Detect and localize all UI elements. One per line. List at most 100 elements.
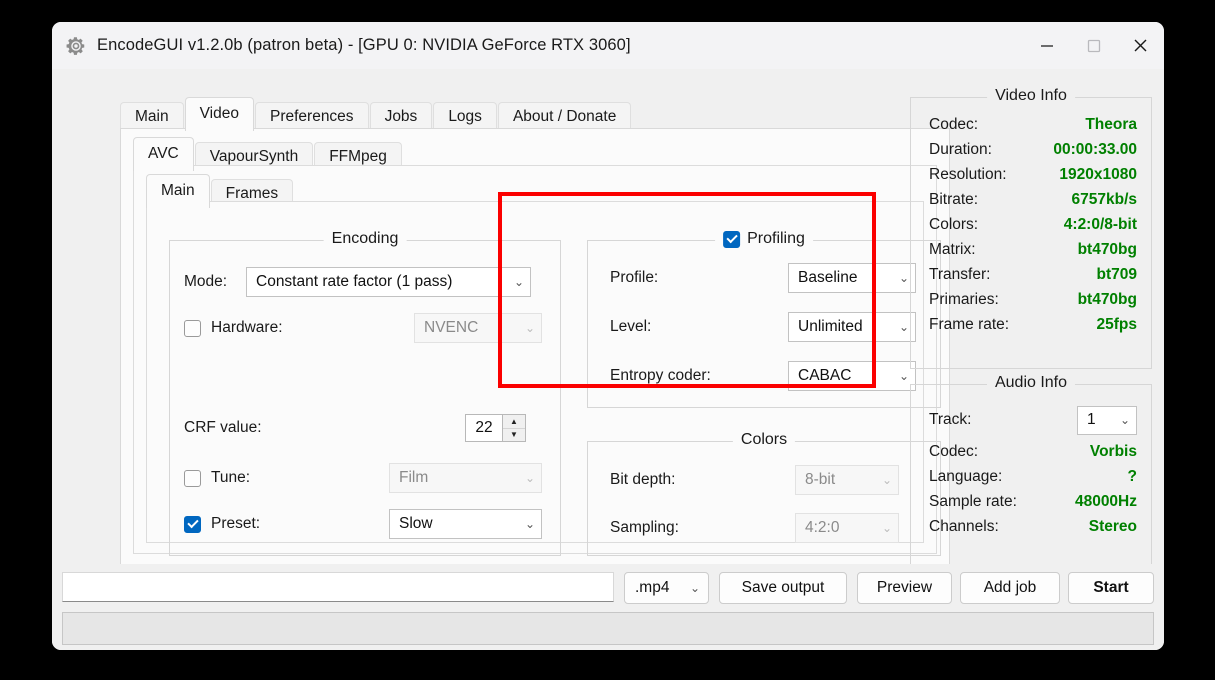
profile-select[interactable]: Baseline ⌄ — [788, 263, 916, 293]
hardware-select[interactable]: NVENC ⌄ — [414, 313, 542, 343]
video-info-panel: Video Info Codec: Theora Duration: 00:00… — [910, 87, 1152, 369]
hardware-select-value: NVENC — [424, 319, 479, 336]
audio-info-value: ? — [1127, 467, 1137, 485]
tune-select[interactable]: Film ⌄ — [389, 463, 542, 493]
bit-depth-row: Bit depth: 8-bit ⌄ — [610, 465, 922, 495]
audio-track-select[interactable]: 1 ⌄ — [1077, 405, 1137, 435]
video-info-key: Bitrate: — [929, 190, 979, 208]
encoding-group: Encoding Mode: Constant rate factor (1 p… — [169, 230, 561, 556]
chevron-down-icon: ⌄ — [881, 521, 892, 535]
audio-info-key: Codec: — [929, 442, 979, 460]
video-info-key: Colors: — [929, 215, 979, 233]
video-info-value: 1920x1080 — [1059, 165, 1137, 183]
video-info-key: Codec: — [929, 115, 979, 133]
tab-main[interactable]: Main — [120, 102, 184, 131]
preset-row: Preset: Slow ⌄ — [184, 509, 548, 539]
chevron-down-icon: ⌄ — [524, 321, 535, 335]
status-bar — [62, 612, 1154, 645]
colors-group: Colors Bit depth: 8-bit ⌄ Sampling: 4:2:… — [587, 431, 941, 556]
audio-track-row: Track: 1 ⌄ — [911, 401, 1151, 439]
chevron-down-icon: ⌄ — [898, 320, 909, 334]
add-job-button[interactable]: Add job — [960, 572, 1060, 604]
profile-select-value: Baseline — [798, 269, 858, 286]
hardware-label: Hardware: — [211, 319, 283, 336]
sampling-select-value: 4:2:0 — [805, 519, 840, 536]
output-path-input[interactable] — [62, 572, 614, 602]
encoding-group-legend: Encoding — [323, 230, 407, 248]
window-title: EncodeGUI v1.2.0b (patron beta) - [GPU 0… — [97, 36, 631, 54]
video-info-value: 4:2:0/8-bit — [1063, 215, 1137, 233]
tune-row: Tune: Film ⌄ — [184, 463, 548, 493]
container-format-select[interactable]: .mp4 ⌄ — [624, 572, 709, 604]
tab-avc[interactable]: AVC — [133, 137, 194, 171]
video-info-key: Resolution: — [929, 165, 1007, 183]
mode-select[interactable]: Constant rate factor (1 pass) ⌄ — [246, 267, 531, 297]
video-info-row: Matrix: bt470bg — [911, 237, 1151, 262]
chevron-down-icon: ⌄ — [689, 581, 700, 595]
audio-info-value: 48000Hz — [1074, 492, 1137, 510]
container-format-value: .mp4 — [635, 579, 670, 596]
video-info-value: bt470bg — [1077, 290, 1137, 308]
close-button[interactable] — [1117, 22, 1164, 69]
video-info-value: 25fps — [1096, 315, 1138, 333]
tab-avc-main[interactable]: Main — [146, 174, 210, 208]
start-button[interactable]: Start — [1068, 572, 1154, 604]
sampling-select[interactable]: 4:2:0 ⌄ — [795, 513, 899, 543]
video-info-key: Duration: — [929, 140, 992, 158]
video-info-value: bt470bg — [1077, 240, 1137, 258]
minimize-icon — [1040, 44, 1053, 47]
tab-preferences[interactable]: Preferences — [254, 102, 369, 131]
crf-stepper-arrows[interactable]: ▲ ▼ — [502, 415, 525, 441]
tab-about-donate[interactable]: About / Donate — [497, 102, 632, 131]
video-info-row: Resolution: 1920x1080 — [911, 162, 1151, 187]
entropy-coder-select-value: CABAC — [798, 367, 852, 384]
video-info-key: Primaries: — [929, 290, 999, 308]
tab-jobs[interactable]: Jobs — [369, 102, 433, 131]
tab-logs[interactable]: Logs — [433, 102, 497, 131]
crf-label: CRF value: — [184, 419, 262, 436]
crf-row: CRF value: 22 ▲ ▼ — [184, 414, 548, 442]
audio-info-row: Sample rate: 48000Hz — [911, 489, 1151, 514]
tune-label: Tune: — [211, 469, 251, 486]
video-info-row: Bitrate: 6757kb/s — [911, 187, 1151, 212]
bottom-toolbar: .mp4 ⌄ Save output Preview Add job Start — [52, 564, 1164, 650]
entropy-coder-select[interactable]: CABAC ⌄ — [788, 361, 916, 391]
bit-depth-label: Bit depth: — [610, 471, 676, 488]
level-row: Level: Unlimited ⌄ — [610, 312, 922, 342]
preset-select[interactable]: Slow ⌄ — [389, 509, 542, 539]
crf-value: 22 — [475, 419, 493, 436]
profiling-group: Profiling Profile: Baseline ⌄ Level: Unl… — [587, 230, 941, 408]
crf-stepper[interactable]: 22 ▲ ▼ — [465, 414, 526, 442]
preset-checkbox[interactable] — [184, 515, 201, 533]
profiling-checkbox[interactable] — [723, 230, 741, 248]
video-info-row: Codec: Theora — [911, 112, 1151, 137]
save-output-button[interactable]: Save output — [719, 572, 847, 604]
video-info-key: Transfer: — [929, 265, 991, 283]
audio-info-key: Channels: — [929, 517, 999, 535]
video-tab-panel: AVC VapourSynth FFMpeg Main Frames Encod… — [120, 128, 950, 565]
video-info-value: 00:00:33.00 — [1053, 140, 1137, 158]
maximize-button[interactable] — [1070, 22, 1117, 69]
preview-button[interactable]: Preview — [857, 572, 952, 604]
video-info-row: Frame rate: 25fps — [911, 312, 1151, 337]
video-info-key: Frame rate: — [929, 315, 1010, 333]
minimize-button[interactable] — [1023, 22, 1070, 69]
profile-row: Profile: Baseline ⌄ — [610, 263, 922, 293]
video-info-value: 6757kb/s — [1071, 190, 1138, 208]
title-bar: EncodeGUI v1.2.0b (patron beta) - [GPU 0… — [52, 22, 1164, 69]
level-select[interactable]: Unlimited ⌄ — [788, 312, 916, 342]
audio-info-row: Codec: Vorbis — [911, 439, 1151, 464]
bit-depth-select[interactable]: 8-bit ⌄ — [795, 465, 899, 495]
entropy-coder-label: Entropy coder: — [610, 367, 711, 384]
video-info-value: Theora — [1085, 115, 1137, 133]
window-controls — [1023, 22, 1164, 69]
tab-video[interactable]: Video — [184, 97, 254, 131]
stepper-up-icon[interactable]: ▲ — [503, 415, 525, 429]
hardware-checkbox[interactable] — [184, 319, 201, 337]
chevron-down-icon: ⌄ — [898, 271, 909, 285]
audio-info-value: Vorbis — [1089, 442, 1137, 460]
profile-label: Profile: — [610, 269, 659, 286]
tune-checkbox[interactable] — [184, 469, 201, 487]
stepper-down-icon[interactable]: ▼ — [503, 429, 525, 442]
colors-group-legend: Colors — [732, 431, 796, 449]
